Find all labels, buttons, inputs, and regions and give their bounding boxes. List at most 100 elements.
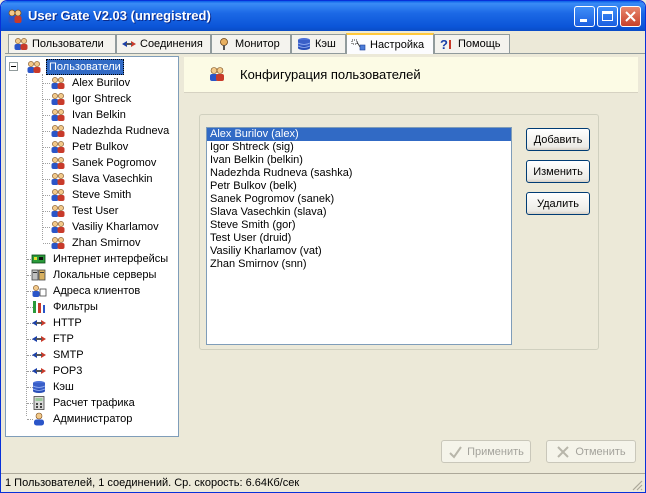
- tree-node-user[interactable]: Vasiliy Kharlamov: [50, 219, 161, 235]
- protocol-icon: [31, 332, 47, 346]
- tree-node-section[interactable]: Кэш: [31, 379, 76, 395]
- tree-node-label: Nadezhda Rudneva: [72, 125, 170, 137]
- list-item[interactable]: Ivan Belkin (belkin): [207, 154, 511, 167]
- cross-icon: [556, 445, 570, 459]
- tree-node-label: HTTP: [53, 317, 82, 329]
- tree-node-label: Vasiliy Kharlamov: [72, 221, 159, 233]
- main-tabs: Пользователи Соединения Монитор Кэш Наст…: [5, 33, 645, 55]
- tree-node-label: Пользователи: [46, 59, 124, 75]
- user-icon: [50, 140, 66, 154]
- list-item[interactable]: Zhan Smirnov (snn): [207, 258, 511, 271]
- list-item[interactable]: Alex Burilov (alex): [207, 128, 511, 141]
- client-address-icon: [31, 284, 47, 298]
- tree-node-section[interactable]: FTP: [31, 331, 76, 347]
- tab-connections[interactable]: Соединения: [116, 34, 211, 53]
- tree-node-user[interactable]: Test User: [50, 203, 120, 219]
- tab-monitor[interactable]: Монитор: [211, 34, 291, 53]
- tab-help[interactable]: ? Помощь: [434, 34, 510, 53]
- tree-node-label: Администратор: [53, 413, 133, 425]
- settings-icon: [351, 38, 367, 52]
- status-bar: 1 Пользователей, 1 соединений. Ср. скоро…: [1, 473, 645, 492]
- user-icon: [50, 124, 66, 138]
- user-icon: [50, 172, 66, 186]
- users-icon: [13, 37, 29, 51]
- minimize-button[interactable]: [574, 6, 595, 27]
- list-item[interactable]: Test User (druid): [207, 232, 511, 245]
- tree-node-users[interactable]: Пользователи: [26, 59, 124, 75]
- close-button[interactable]: [620, 6, 641, 27]
- app-users-icon: [7, 8, 23, 24]
- tree-collapse-toggle[interactable]: [9, 62, 18, 71]
- list-item[interactable]: Steve Smith (gor): [207, 219, 511, 232]
- list-item[interactable]: Nadezhda Rudneva (sashka): [207, 167, 511, 180]
- user-icon: [50, 156, 66, 170]
- tree-node-section[interactable]: Расчет трафика: [31, 395, 137, 411]
- users-icon: [26, 60, 42, 74]
- edit-user-button[interactable]: Изменить: [526, 160, 590, 183]
- tab-settings[interactable]: Настройка: [346, 33, 434, 54]
- tree-node-user[interactable]: Petr Bulkov: [50, 139, 130, 155]
- resize-grip-icon[interactable]: [631, 479, 643, 491]
- tree-node-user[interactable]: Slava Vasechkin: [50, 171, 155, 187]
- title-bar[interactable]: User Gate V2.03 (unregistred): [1, 1, 645, 31]
- servers-icon: [31, 268, 47, 282]
- protocol-icon: [31, 348, 47, 362]
- calculator-icon: [31, 396, 47, 410]
- tree-node-label: SMTP: [53, 349, 84, 361]
- status-text: 1 Пользователей, 1 соединений. Ср. скоро…: [5, 477, 300, 489]
- checkmark-icon: [448, 445, 462, 459]
- users-listbox[interactable]: Alex Burilov (alex) Igor Shtreck (sig) Iva…: [206, 127, 512, 345]
- tree-node-label: Zhan Smirnov: [72, 237, 141, 249]
- list-item[interactable]: Slava Vasechkin (slava): [207, 206, 511, 219]
- protocol-icon: [31, 316, 47, 330]
- tree-node-label: Test User: [72, 205, 119, 217]
- tree-node-user[interactable]: Nadezhda Rudneva: [50, 123, 171, 139]
- tree-node-user[interactable]: Sanek Pogromov: [50, 155, 158, 171]
- tree-node-user[interactable]: Zhan Smirnov: [50, 235, 142, 251]
- user-icon: [50, 204, 66, 218]
- tree-node-user[interactable]: Igor Shtreck: [50, 91, 133, 107]
- connections-icon: [121, 37, 137, 51]
- protocol-icon: [31, 364, 47, 378]
- tree-node-user[interactable]: Steve Smith: [50, 187, 133, 203]
- tab-users[interactable]: Пользователи: [8, 34, 116, 53]
- tree-node-section[interactable]: POP3: [31, 363, 84, 379]
- tree-node-section[interactable]: Фильтры: [31, 299, 100, 315]
- add-user-button[interactable]: Добавить: [526, 128, 590, 151]
- list-item[interactable]: Igor Shtreck (sig): [207, 141, 511, 154]
- tab-cache[interactable]: Кэш: [291, 34, 346, 53]
- users-list: Alex Burilov (alex) Igor Shtreck (sig) Iva…: [207, 128, 511, 271]
- cache-icon: [296, 37, 312, 51]
- svg-text:?: ?: [440, 37, 448, 51]
- settings-tree[interactable]: Пользователи Alex Burilov Igor Shtreck I…: [5, 56, 179, 437]
- tree-node-section[interactable]: HTTP: [31, 315, 84, 331]
- tree-node-user[interactable]: Alex Burilov: [50, 75, 132, 91]
- tree-node-label: Расчет трафика: [53, 397, 135, 409]
- apply-button[interactable]: Применить: [441, 440, 531, 463]
- tree-node-label: Ivan Belkin: [72, 109, 126, 121]
- tree-node-section[interactable]: SMTP: [31, 347, 86, 363]
- tree-node-section[interactable]: Локальные серверы: [31, 267, 158, 283]
- tree-node-label: Кэш: [53, 381, 74, 393]
- tree-node-section[interactable]: Администратор: [31, 411, 134, 427]
- list-item[interactable]: Vasiliy Kharlamov (vat): [207, 245, 511, 258]
- window-title: User Gate V2.03 (unregistred): [28, 8, 211, 23]
- user-icon: [50, 92, 66, 106]
- tree-node-section[interactable]: Интернет интерфейсы: [31, 251, 170, 267]
- panel-header: Конфигурация пользователей: [184, 57, 638, 93]
- list-item[interactable]: Sanek Pogromov (sanek): [207, 193, 511, 206]
- tree-node-label: Адреса клиентов: [53, 285, 141, 297]
- filter-icon: [31, 300, 47, 314]
- maximize-button[interactable]: [597, 6, 618, 27]
- list-item[interactable]: Petr Bulkov (belk): [207, 180, 511, 193]
- admin-icon: [31, 412, 47, 426]
- tree-node-label: Petr Bulkov: [72, 141, 129, 153]
- tree-node-user[interactable]: Ivan Belkin: [50, 107, 128, 123]
- delete-user-button[interactable]: Удалить: [526, 192, 590, 215]
- tree-node-label: Sanek Pogromov: [72, 157, 157, 169]
- tree-node-section[interactable]: Адреса клиентов: [31, 283, 142, 299]
- cancel-button[interactable]: Отменить: [546, 440, 636, 463]
- user-icon: [50, 76, 66, 90]
- user-icon: [50, 108, 66, 122]
- user-icon: [50, 236, 66, 250]
